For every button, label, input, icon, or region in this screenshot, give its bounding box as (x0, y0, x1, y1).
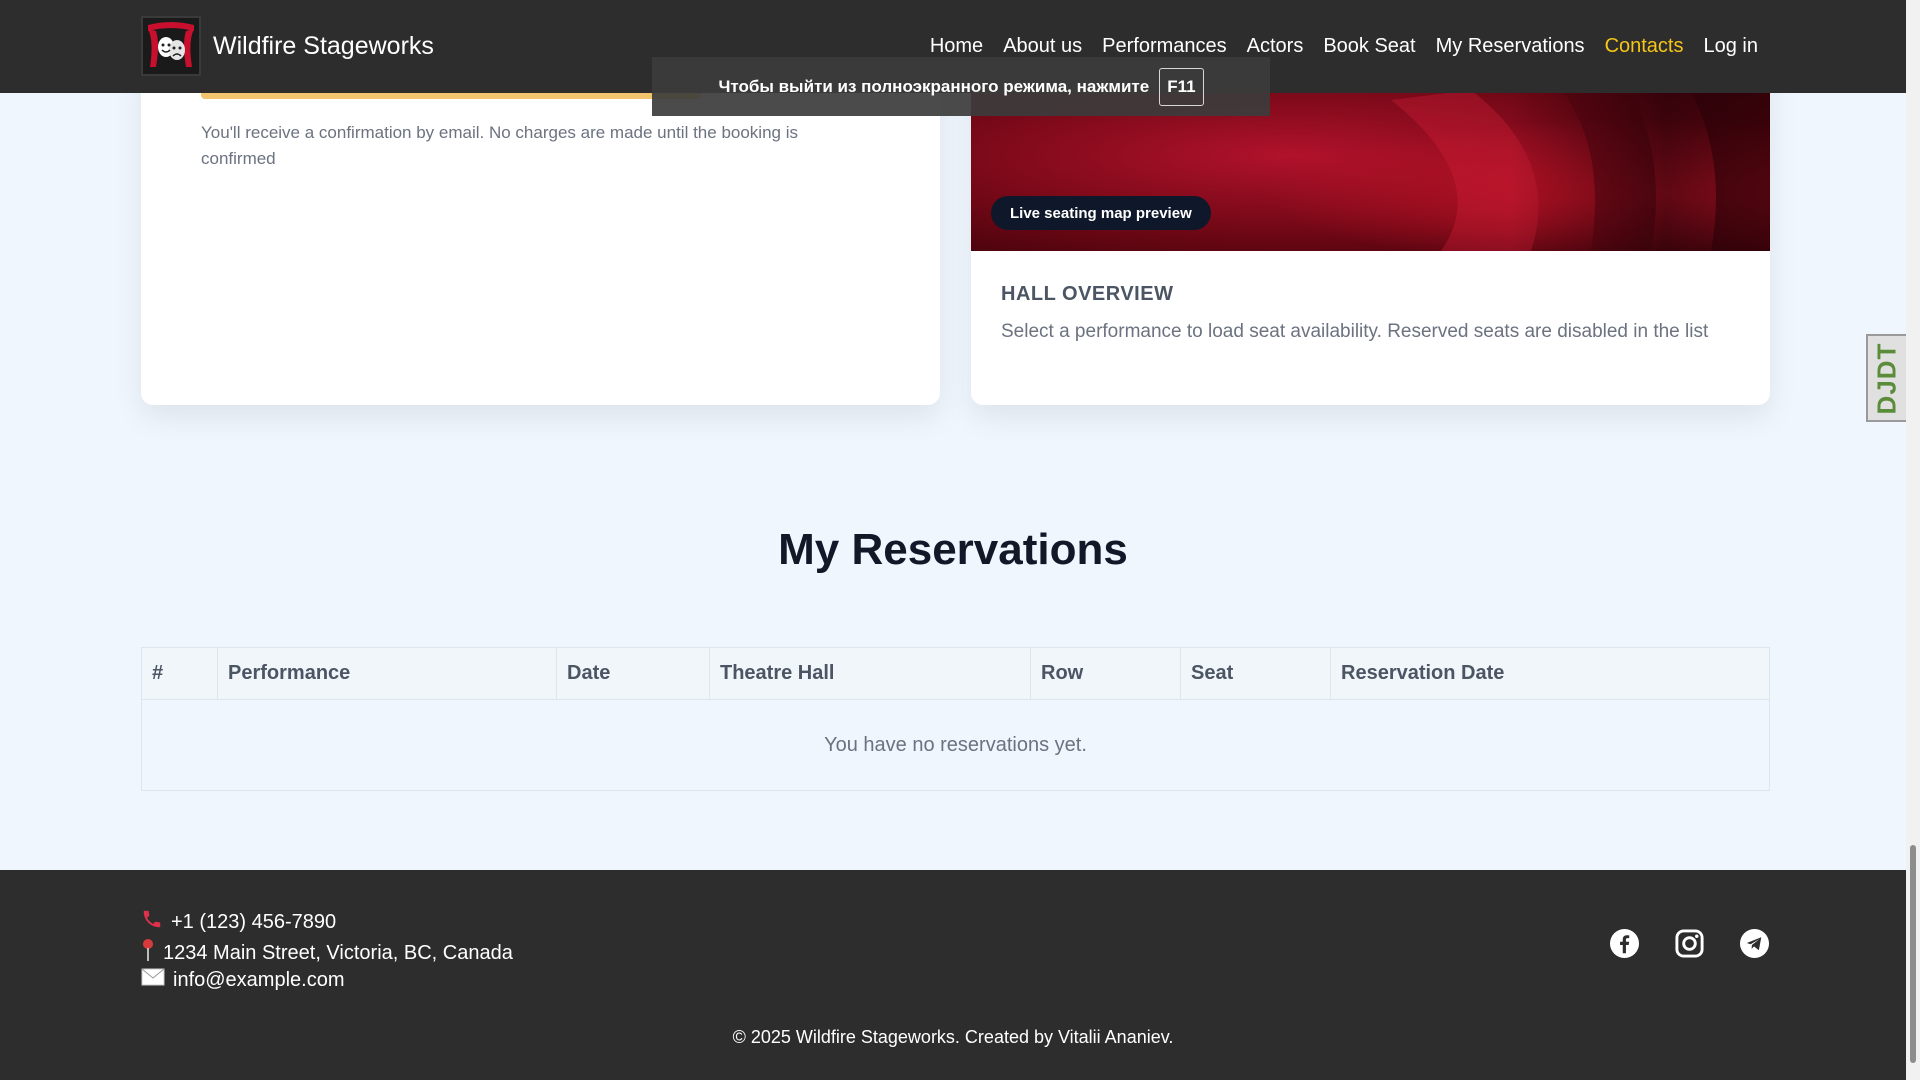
nav-my-reservations[interactable]: My Reservations (1436, 35, 1585, 58)
footer-phone: +1 (123) 456-7890 (141, 908, 336, 936)
table-row: You have no reservations yet. (141, 699, 1770, 791)
hall-overview-description: Select a performance to load seat availa… (1001, 321, 1709, 342)
column-header-row: Row (1030, 647, 1181, 700)
column-header-performance: Performance (217, 647, 557, 700)
reservations-table: # Performance Date Theatre Hall Row Seat… (141, 647, 1770, 791)
my-reservations-title: My Reservations (778, 525, 1128, 574)
map-pin-icon (141, 938, 155, 968)
f11-key-hint: F11 (1159, 67, 1204, 106)
column-header-theatre-hall: Theatre Hall (709, 647, 1031, 700)
theatre-masks-logo-icon (141, 16, 201, 76)
nav-book-seat[interactable]: Book Seat (1323, 35, 1415, 58)
copyright-text: © 2025 Wildfire Stageworks. Created by V… (732, 1027, 1174, 1047)
nav-performances[interactable]: Performances (1102, 35, 1227, 58)
column-header-reservation-date: Reservation Date (1330, 647, 1770, 700)
phone-icon (141, 908, 163, 936)
footer-email: info@example.com (141, 968, 344, 992)
live-seating-preview-badge: Live seating map preview (991, 196, 1211, 230)
telegram-icon[interactable] (1739, 928, 1770, 959)
address-text: 1234 Main Street, Victoria, BC, Canada (163, 941, 513, 964)
nav-actors[interactable]: Actors (1247, 35, 1304, 58)
scrollbar-thumb[interactable] (1910, 845, 1916, 1063)
empty-reservations-message: You have no reservations yet. (141, 699, 1770, 791)
footer-address: 1234 Main Street, Victoria, BC, Canada (141, 938, 513, 968)
nav-about-us[interactable]: About us (1003, 35, 1082, 58)
fullscreen-notice-text: Чтобы выйти из полноэкранного режима, на… (718, 76, 1150, 96)
phone-number[interactable]: +1 (123) 456-7890 (171, 911, 336, 934)
nav-home[interactable]: Home (930, 35, 983, 58)
debug-toolbar-handle[interactable]: DJDT (1866, 334, 1906, 422)
nav-log-in[interactable]: Log in (1704, 35, 1759, 58)
hall-overview-title: HALL OVERVIEW (1001, 283, 1174, 305)
envelope-icon (141, 968, 165, 992)
email-link[interactable]: info@example.com (173, 969, 344, 992)
instagram-icon[interactable] (1674, 928, 1705, 959)
brand-name: Wildfire Stageworks (213, 31, 434, 60)
table-header-row: # Performance Date Theatre Hall Row Seat… (141, 647, 1770, 700)
debug-toolbar-label: DJDT (1871, 342, 1902, 414)
submit-button-edge[interactable] (201, 92, 701, 99)
column-header-number: # (141, 647, 218, 700)
facebook-icon[interactable] (1609, 928, 1640, 959)
social-links (1609, 928, 1770, 959)
column-header-date: Date (556, 647, 710, 700)
fullscreen-exit-notice: Чтобы выйти из полноэкранного режима, на… (652, 57, 1270, 116)
nav-contacts[interactable]: Contacts (1605, 35, 1684, 58)
column-header-seat: Seat (1180, 647, 1331, 700)
brand-link[interactable]: Wildfire Stageworks (141, 16, 434, 76)
site-footer: +1 (123) 456-7890 1234 Main Street, Vict… (0, 870, 1906, 1080)
page-scrollbar[interactable] (1906, 0, 1920, 1080)
confirmation-note: You'll receive a confirmation by email. … (201, 123, 798, 168)
